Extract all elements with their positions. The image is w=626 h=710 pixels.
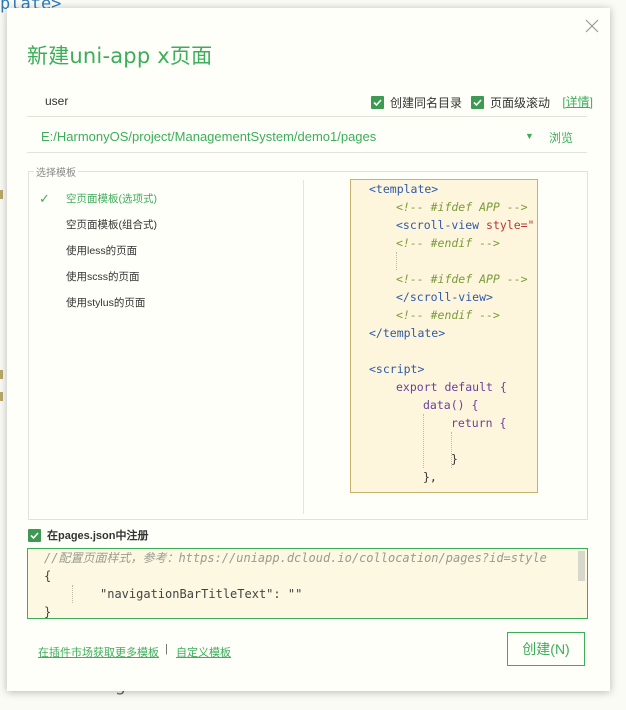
background-gutter-mark (0, 370, 3, 379)
indent-guide (72, 585, 73, 603)
code-line: }, (423, 470, 437, 484)
path-select[interactable]: E:/HarmonyOS/project/ManagementSystem/de… (41, 129, 376, 144)
detail-link[interactable]: [详情] (562, 93, 593, 110)
template-item-label: 使用less的页面 (66, 245, 138, 257)
same-dir-checkbox[interactable]: 创建同名目录 (371, 94, 462, 111)
template-divider (303, 180, 304, 514)
page-scroll-checkbox[interactable]: 页面级滚动 (471, 94, 550, 111)
template-list: ✓ 空页面模板(选项式) 空页面模板(组合式) 使用less的页面 使用scss… (31, 186, 299, 316)
footer-separator: | (165, 643, 168, 655)
code-line: data() { (423, 398, 479, 412)
scrollbar-thumb[interactable] (578, 551, 585, 581)
browse-button[interactable]: 浏览 (549, 129, 573, 146)
template-item-options-empty[interactable]: ✓ 空页面模板(选项式) (31, 186, 299, 212)
background-gutter-mark (0, 392, 3, 401)
same-dir-label: 创建同名目录 (390, 96, 463, 110)
code-line: return { (451, 416, 507, 430)
code-line: <!-- #ifdef APP --> (396, 272, 528, 286)
pages-json-editor[interactable]: //配置页面样式，参考：https://uniapp.dcloud.io/col… (27, 548, 588, 619)
code-line: </template> (369, 326, 446, 340)
code-line: </scroll-view> (396, 290, 493, 304)
template-legend: 选择模板 (34, 164, 78, 179)
page-name-row: 创建同名目录 页面级滚动 [详情] (27, 88, 593, 117)
template-item-label: 使用stylus的页面 (66, 297, 146, 309)
code-line: <script> (369, 362, 425, 376)
template-item-label: 空页面模板(选项式) (66, 193, 157, 205)
page-name-input[interactable] (27, 88, 365, 114)
code-line: <scroll-view style=" (396, 218, 535, 232)
template-item-composition-empty[interactable]: 空页面模板(组合式) (31, 212, 299, 238)
indent-guide (396, 252, 397, 270)
register-pages-json-checkbox[interactable]: 在pages.json中注册 (28, 527, 148, 543)
indent-guide (423, 414, 424, 468)
code-line: <!-- #endif --> (396, 236, 500, 250)
template-item-stylus[interactable]: 使用stylus的页面 (31, 290, 299, 316)
template-item-scss[interactable]: 使用scss的页面 (31, 264, 299, 290)
close-button[interactable] (584, 18, 600, 34)
close-icon (585, 19, 599, 33)
template-item-label: 空页面模板(组合式) (66, 219, 157, 231)
json-entry: "navigationBarTitleText": "" (100, 587, 303, 601)
json-open-brace: { (44, 569, 52, 583)
checkbox-checked-icon (471, 96, 484, 109)
template-item-less[interactable]: 使用less的页面 (31, 238, 299, 264)
template-preview: <template> <!-- #ifdef APP --> <scroll-v… (350, 179, 538, 493)
new-page-dialog: 新建uni-app x页面 创建同名目录 页面级滚动 [详情] E:/Harmo… (7, 8, 610, 691)
background-gutter-mark (0, 190, 3, 199)
path-row: E:/HarmonyOS/project/ManagementSystem/de… (27, 122, 587, 153)
page-scroll-label: 页面级滚动 (490, 96, 551, 110)
code-line: export default { (396, 380, 507, 394)
custom-template-link[interactable]: 自定义模板 (176, 644, 231, 660)
dropdown-arrow-icon[interactable]: ▼ (525, 131, 534, 141)
code-line: <!-- #endif --> (396, 308, 500, 322)
code-line: <!-- #ifdef APP --> (396, 200, 528, 214)
plugin-market-link[interactable]: 在插件市场获取更多模板 (38, 644, 159, 660)
code-line: <template> (369, 182, 439, 196)
dialog-title: 新建uni-app x页面 (27, 44, 213, 68)
template-item-label: 使用scss的页面 (66, 271, 140, 283)
create-button[interactable]: 创建(N) (507, 632, 585, 666)
check-icon: ✓ (39, 191, 50, 206)
json-close-brace: } (44, 605, 52, 619)
register-label: 在pages.json中注册 (47, 530, 149, 542)
checkbox-checked-icon (28, 528, 41, 542)
code-line: } (451, 452, 458, 466)
checkbox-checked-icon (371, 96, 384, 109)
json-comment: //配置页面样式，参考：https://uniapp.dcloud.io/col… (44, 551, 547, 565)
